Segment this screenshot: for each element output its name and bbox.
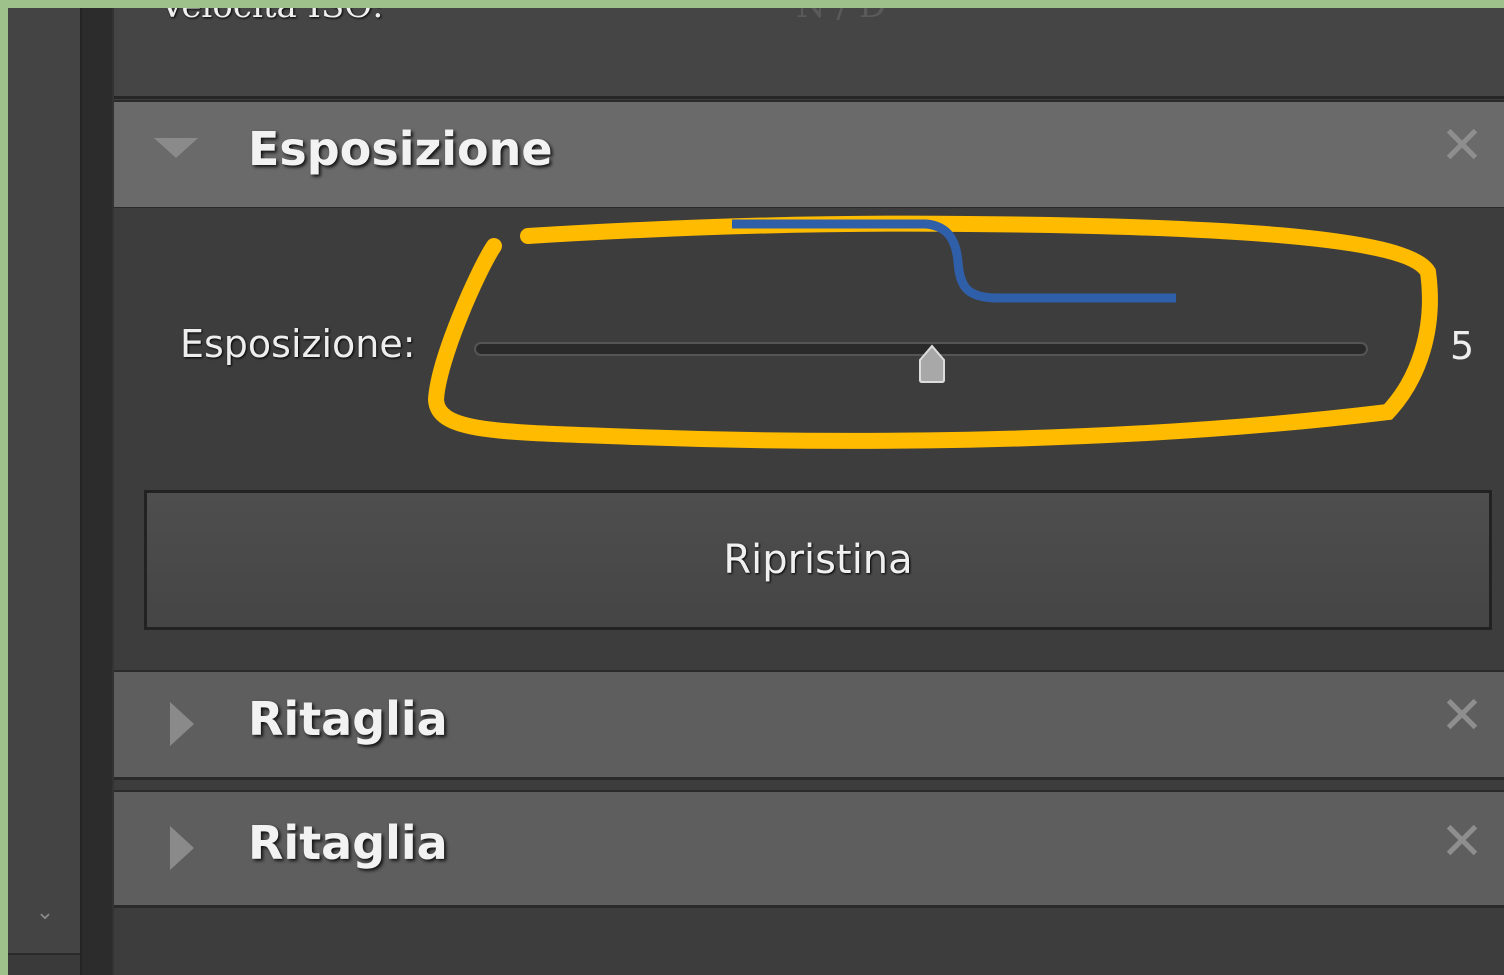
reset-button[interactable]: Ripristina (144, 490, 1492, 630)
section-header-crop[interactable]: Ritaglia ✕ (114, 670, 1504, 780)
slider-thumb[interactable] (918, 344, 946, 384)
close-icon[interactable]: ✕ (1436, 816, 1488, 868)
section-title: Esposizione (248, 122, 553, 176)
app-window: ⌄ Velocità ISO: N / D Esposizione ✕ Espo… (8, 8, 1504, 975)
section-header-crop-2[interactable]: Ritaglia ✕ (114, 790, 1504, 908)
section-header-exposure[interactable]: Esposizione ✕ (114, 100, 1504, 210)
section-title: Ritaglia (248, 692, 448, 746)
section-title: Ritaglia (248, 816, 448, 870)
iso-value: N / D (796, 8, 886, 26)
properties-panel: Velocità ISO: N / D Esposizione ✕ Esposi… (114, 8, 1504, 975)
triangle-down-icon[interactable] (154, 138, 198, 158)
exposure-body: Esposizione: 5 Ripristina (114, 208, 1504, 663)
exposure-value: 5 (1450, 324, 1475, 368)
close-icon[interactable]: ✕ (1436, 120, 1488, 172)
rail-footer (8, 953, 80, 975)
exposure-label: Esposizione: (180, 322, 416, 366)
iso-label: Velocità ISO: (160, 8, 384, 26)
close-icon[interactable]: ✕ (1436, 690, 1488, 742)
left-scroll-rail[interactable] (8, 8, 80, 975)
iso-row: Velocità ISO: N / D (114, 8, 1504, 99)
chevron-down-icon[interactable]: ⌄ (30, 898, 60, 928)
triangle-right-icon[interactable] (170, 826, 194, 870)
panel-divider (80, 8, 114, 975)
triangle-right-icon[interactable] (170, 702, 194, 746)
